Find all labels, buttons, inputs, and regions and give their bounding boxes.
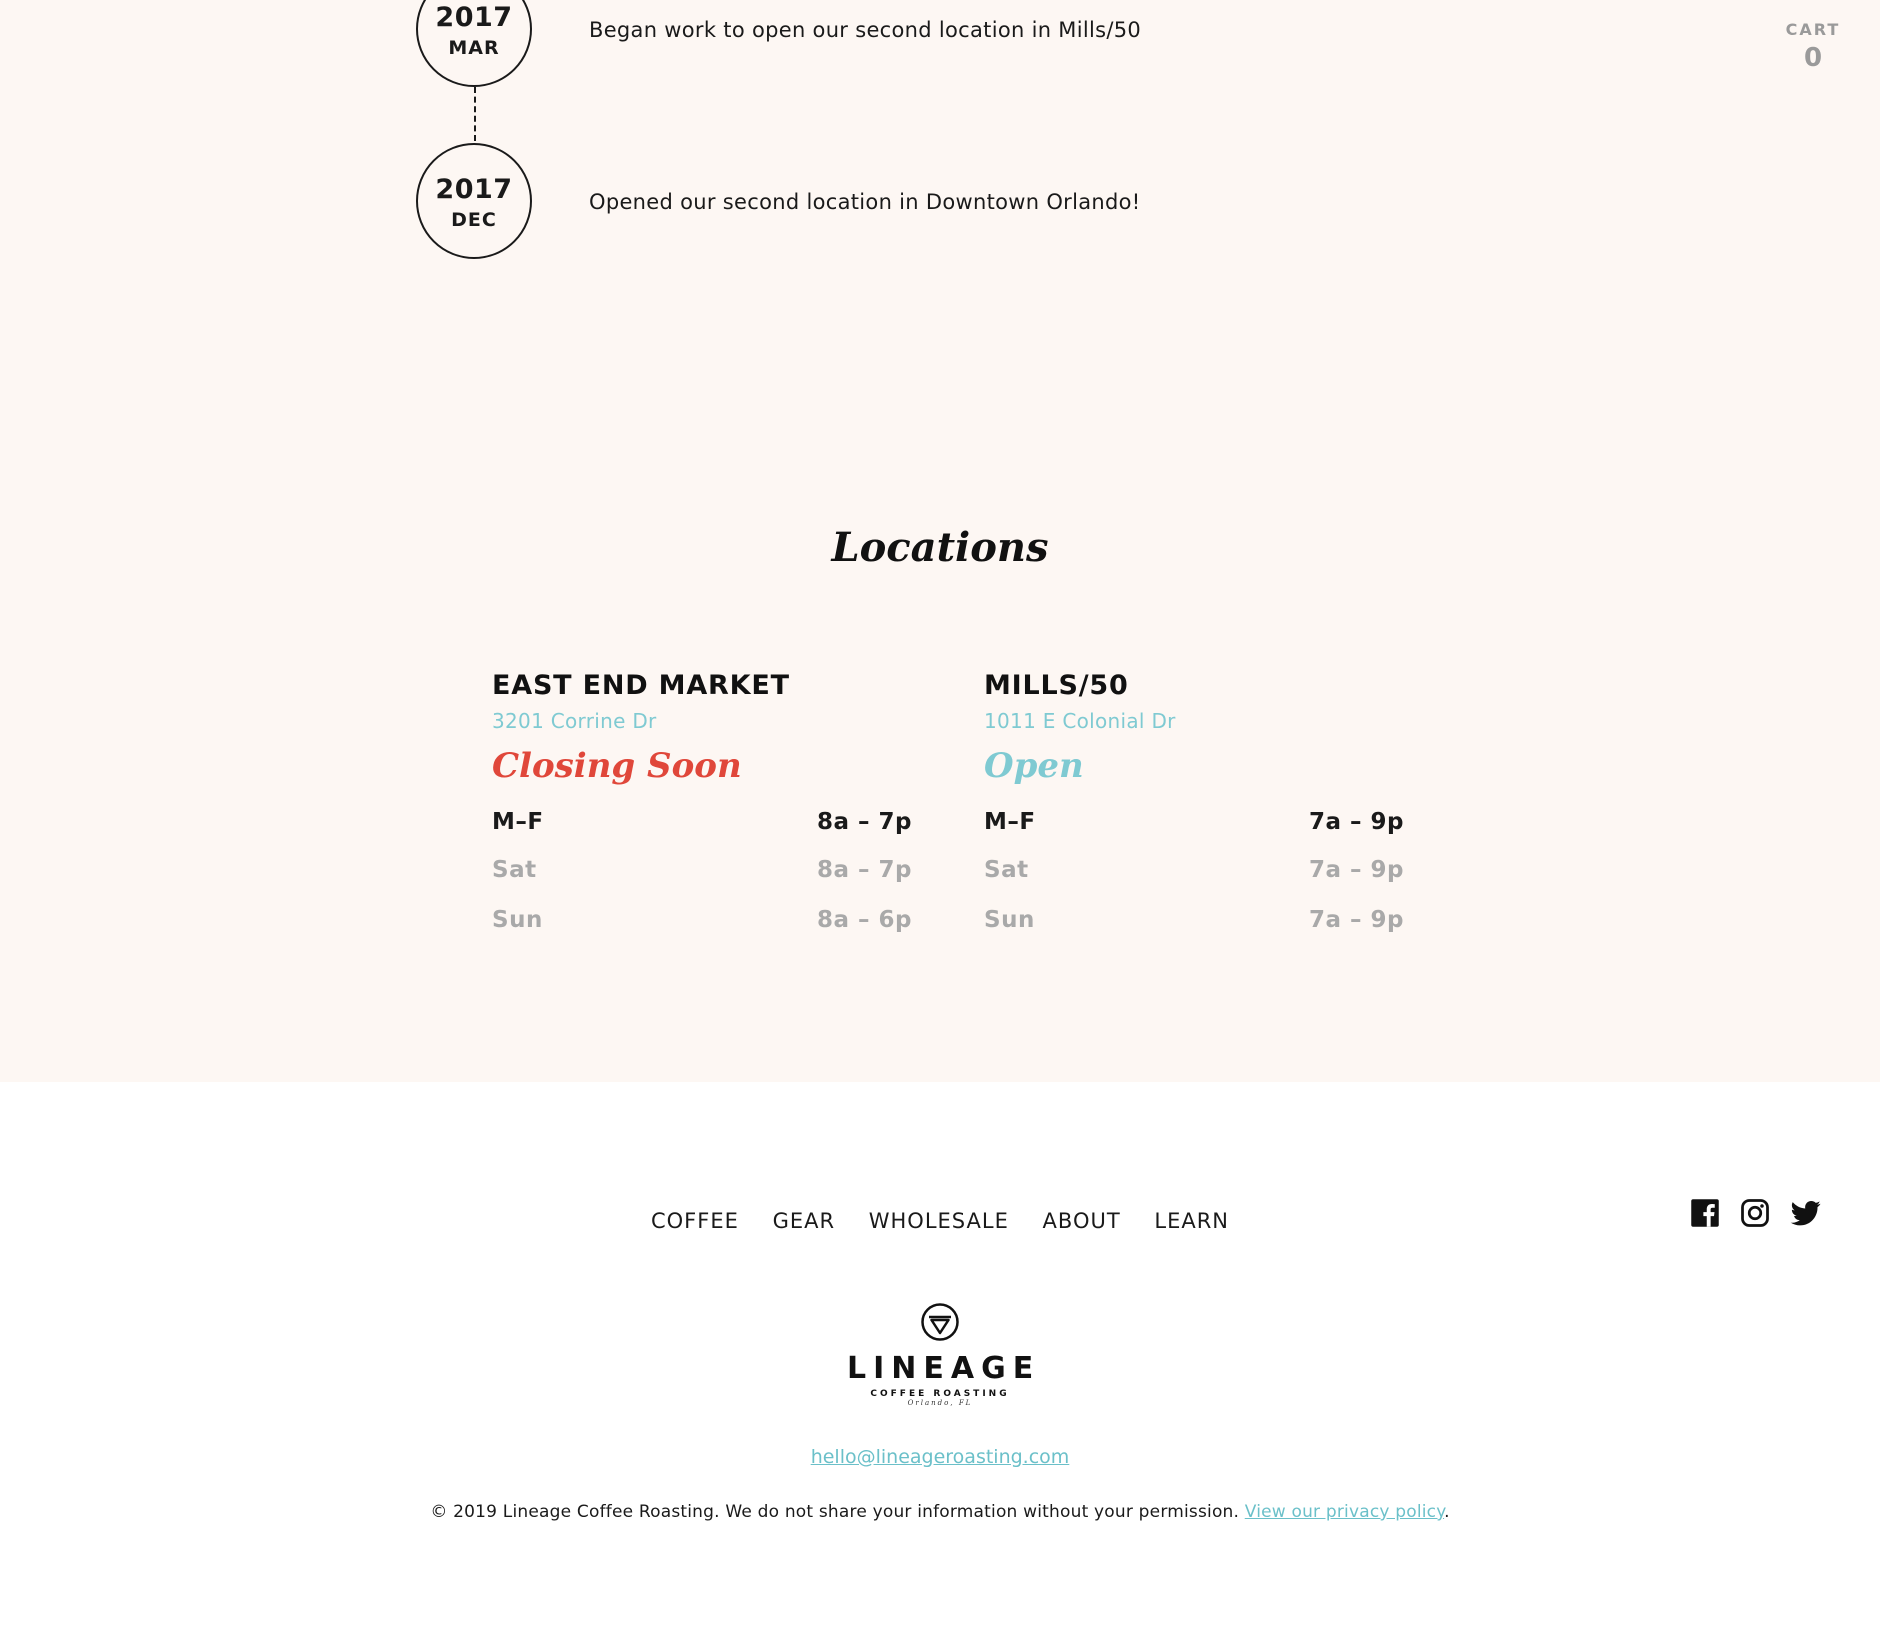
instagram-icon[interactable] bbox=[1740, 1198, 1770, 1228]
location-name: EAST END MARKET bbox=[492, 670, 790, 701]
legal-text: © 2019 Lineage Coffee Roasting. We do no… bbox=[430, 1502, 1240, 1522]
hours-table: M–F 8a – 7p Sat 8a – 7p Sun 8a – 6p bbox=[492, 806, 912, 956]
logo-city: Orlando, FL bbox=[907, 1399, 973, 1407]
location-card-mills-50: MILLS/50 1011 E Colonial Dr Open M–F 7a … bbox=[984, 668, 1404, 956]
timeline-year: 2017 bbox=[435, 174, 513, 205]
hours-time: 8a – 7p bbox=[817, 857, 913, 883]
footer-nav-coffee[interactable]: COFFEE bbox=[651, 1206, 739, 1236]
timeline-entry-text: Began work to open our second location i… bbox=[589, 18, 1142, 42]
hours-row: Sun 8a – 6p bbox=[492, 904, 912, 936]
cart-button[interactable]: CART 0 bbox=[1778, 20, 1848, 74]
hours-time: 8a – 6p bbox=[817, 907, 913, 933]
hours-time: 7a – 9p bbox=[1309, 857, 1405, 883]
legal-notice: © 2019 Lineage Coffee Roasting. We do no… bbox=[0, 1500, 1880, 1524]
timeline-month: DEC bbox=[451, 209, 497, 231]
logo-wordmark: LINEAGE bbox=[847, 1351, 1041, 1386]
hours-day: Sat bbox=[984, 857, 1029, 883]
hours-table: M–F 7a – 9p Sat 7a – 9p Sun 7a – 9p bbox=[984, 806, 1404, 956]
hours-row: M–F 7a – 9p bbox=[984, 806, 1404, 838]
footer-nav-learn[interactable]: LEARN bbox=[1154, 1206, 1229, 1236]
legal-end: . bbox=[1444, 1502, 1450, 1522]
privacy-policy-link[interactable]: View our privacy policy bbox=[1245, 1502, 1444, 1522]
footer-nav-about[interactable]: ABOUT bbox=[1043, 1206, 1121, 1236]
facebook-icon[interactable] bbox=[1690, 1198, 1720, 1228]
location-address-link[interactable]: 1011 E Colonial Dr bbox=[984, 708, 1404, 734]
footer-nav: COFFEE GEAR WHOLESALE ABOUT LEARN bbox=[0, 1206, 1880, 1236]
hours-row: Sat 7a – 9p bbox=[984, 854, 1404, 886]
timeline-connector bbox=[474, 87, 476, 141]
hours-time: 7a – 9p bbox=[1309, 907, 1405, 933]
timeline-year: 2017 bbox=[435, 2, 513, 33]
hours-row: M–F 8a – 7p bbox=[492, 806, 912, 838]
timeline-month: MAR bbox=[448, 37, 500, 59]
lineage-mark-icon bbox=[921, 1303, 959, 1341]
footer-nav-gear[interactable]: GEAR bbox=[773, 1206, 836, 1236]
location-status: Open bbox=[984, 746, 1084, 786]
location-status: Closing Soon bbox=[492, 746, 742, 786]
location-address-link[interactable]: 3201 Corrine Dr bbox=[492, 708, 912, 734]
cart-count: 0 bbox=[1803, 43, 1823, 73]
hours-row: Sun 7a – 9p bbox=[984, 904, 1404, 936]
lineage-logo[interactable]: LINEAGE COFFEE ROASTING Orlando, FL bbox=[840, 1302, 1040, 1412]
hours-day: Sun bbox=[984, 907, 1035, 933]
timeline-date-badge: 2017 DEC bbox=[416, 143, 532, 259]
hours-day: M–F bbox=[492, 809, 544, 835]
hours-row: Sat 8a – 7p bbox=[492, 854, 912, 886]
cart-label: CART bbox=[1785, 20, 1841, 39]
hours-time: 7a – 9p bbox=[1309, 809, 1405, 835]
contact-email: hello@lineageroasting.com bbox=[0, 1444, 1880, 1470]
location-card-east-end-market: EAST END MARKET 3201 Corrine Dr Closing … bbox=[492, 668, 912, 956]
hours-day: Sun bbox=[492, 907, 543, 933]
twitter-icon[interactable] bbox=[1790, 1198, 1822, 1228]
hours-day: Sat bbox=[492, 857, 537, 883]
timeline-entry-text: Opened our second location in Downtown O… bbox=[589, 190, 1141, 214]
email-link[interactable]: hello@lineageroasting.com bbox=[811, 1446, 1070, 1468]
hours-day: M–F bbox=[984, 809, 1036, 835]
footer-nav-wholesale[interactable]: WHOLESALE bbox=[869, 1206, 1009, 1236]
location-name: MILLS/50 bbox=[984, 670, 1129, 701]
locations-title: Locations bbox=[831, 524, 1049, 571]
hours-time: 8a – 7p bbox=[817, 809, 913, 835]
